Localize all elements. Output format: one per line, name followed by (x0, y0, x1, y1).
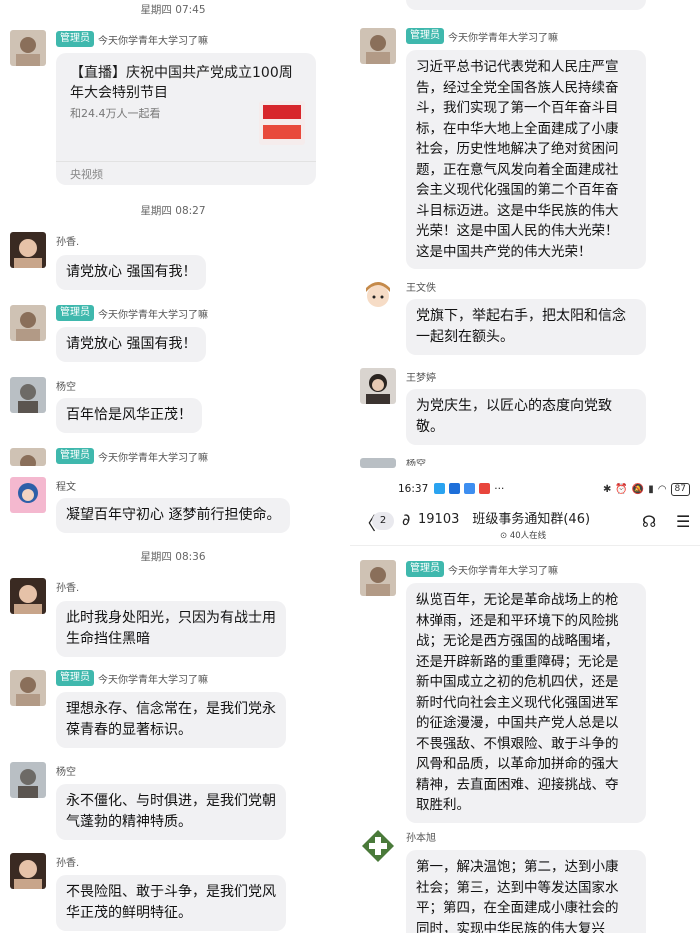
sender-name: 王梦婷 (406, 373, 436, 384)
app-icon (434, 483, 446, 494)
timestamp: 星期四 07:45 (140, 4, 206, 16)
sender-name: 杨空 (56, 767, 76, 778)
admin-badge: 管理员 (56, 31, 94, 47)
admin-avatar[interactable] (360, 560, 396, 596)
sender-name: 孙本旭 (406, 833, 436, 844)
sender-name: 王文佚 (406, 283, 436, 294)
sender-name: 孙香. (56, 858, 80, 869)
sender-row: 管理员 今天你学青年大学习了嘛 (406, 28, 558, 44)
sender-row: 管理员 今天你学青年大学习了嘛 (56, 305, 208, 321)
battery-icon: 87 (670, 482, 690, 496)
live-card-title: 【直播】庆祝中国共产党成立100周 年大会特别节目 (70, 65, 293, 101)
message-bubble[interactable]: 凝望百年守初心 逐梦前行担使命。 (56, 498, 291, 533)
message-bubble[interactable]: 不畏险阻、敢于斗争，是我们党风 华正茂的鲜明特征。 (56, 875, 286, 931)
message-bubble[interactable]: 为党庆生，以匠心的态度向党致 敬。 (406, 389, 646, 445)
sender-row: 管理员 今天你学青年大学习了嘛 (56, 448, 208, 464)
sender-name: 杨空 (56, 382, 76, 393)
menu-icon[interactable]: ☰ (676, 512, 690, 531)
status-time: 16:37 (398, 483, 429, 495)
admin-badge: 管理员 (406, 561, 444, 577)
admin-avatar[interactable] (10, 448, 46, 466)
message-bubble[interactable]: 请党放心 强国有我！ (56, 255, 207, 290)
user-avatar[interactable] (10, 377, 46, 413)
app-icon (449, 483, 461, 494)
group-title: 19103 班级事务通知群(46) (418, 512, 591, 527)
message-bubble[interactable]: 百年恰是风华正茂！ (56, 398, 202, 433)
live-card-thumbnail (259, 101, 305, 145)
user-avatar[interactable] (10, 578, 46, 614)
sender-name: 今天你学青年大学习了嘛 (98, 35, 208, 47)
message-bubble[interactable]: 第一，解决温饱；第二，达到小康 社会；第三，达到中等发达国家水 平；第四，在全面… (406, 850, 646, 933)
divider (0, 467, 346, 475)
user-avatar[interactable] (10, 762, 46, 798)
user-avatar[interactable] (360, 828, 396, 864)
more-icon: ··· (494, 483, 505, 495)
admin-badge: 管理员 (56, 670, 94, 686)
unread-count[interactable]: 2 (372, 512, 394, 530)
timestamp: 星期四 08:27 (140, 205, 206, 217)
message-bubble[interactable]: 党旗下，举起右手，把太阳和信念 一起刻在额头。 (406, 299, 646, 355)
live-share-card[interactable]: 【直播】庆祝中国共产党成立100周 年大会特别节目 和24.4万人一起看 央视频 (56, 53, 316, 185)
admin-badge: 管理员 (56, 305, 94, 321)
system-icons: ✱ ⏰ 🔕 ▮ ◠ 87 (603, 482, 690, 496)
admin-badge: 管理员 (56, 448, 94, 464)
sender-name: 今天你学青年大学习了嘛 (448, 32, 558, 44)
video-call-icon[interactable]: ☊ (642, 512, 656, 531)
sender-name: 程文 (56, 482, 76, 493)
admin-avatar[interactable] (10, 30, 46, 66)
wifi-icon: ◠ (657, 483, 667, 495)
live-card-source: 央视频 (56, 161, 316, 185)
message-bubble[interactable]: 请党放心 强国有我！ (56, 327, 207, 362)
user-avatar[interactable] (10, 853, 46, 889)
message-bubble[interactable]: 纵览百年，无论是革命战场上的枪 林弹雨，还是和平环境下的风险挑 战；无论是西方强… (406, 583, 646, 823)
sender-name: 杨空 (406, 459, 426, 466)
chat-header: 〈 2 ∂ 19103 班级事务通知群(46) ⊙ 40人在线 ☊ ☰ (350, 504, 700, 546)
admin-badge: 管理员 (406, 28, 444, 44)
bluetooth-icon: ✱ (603, 483, 612, 495)
live-card-viewers: 和24.4万人一起看 (70, 107, 161, 120)
chat-panel-right: 管理员 今天你学青年大学习了嘛 习近平总书记代表党和人民庄严宣 告，经过全党全国… (350, 0, 700, 933)
earpiece-icon[interactable]: ∂ (402, 510, 410, 529)
admin-avatar[interactable] (360, 28, 396, 64)
user-avatar[interactable] (10, 232, 46, 268)
admin-avatar[interactable] (10, 670, 46, 706)
message-bubble[interactable]: 永不僵化、与时俱进，是我们党朝 气蓬勃的精神特质。 (56, 784, 286, 840)
admin-avatar[interactable] (10, 305, 46, 341)
message-bubble[interactable]: 此时我身处阳光，只因为有战士用 生命挡住黑暗 (56, 601, 286, 657)
chat-panel-left: 星期四 07:45 管理员 今天你学青年大学习了嘛 【直播】庆祝中国共产党成立1… (0, 0, 346, 933)
sender-name: 孙香. (56, 237, 80, 248)
message-bubble[interactable]: 习近平总书记代表党和人民庄严宣 告，经过全党全国各族人民持续奋 斗，我们实现了第… (406, 50, 646, 269)
message-bubble-cut[interactable] (406, 0, 646, 10)
mute-icon: 🔕 (631, 483, 645, 495)
sender-name: 今天你学青年大学习了嘛 (98, 674, 208, 686)
status-bar: 16:37 ··· ✱ ⏰ 🔕 ▮ ◠ 87 (350, 474, 700, 504)
sender-row: 管理员 今天你学青年大学习了嘛 (56, 31, 208, 47)
message-bubble[interactable]: 理想永存、信念常在，是我们党永 葆青春的显著标识。 (56, 692, 286, 748)
sender-row: 管理员 今天你学青年大学习了嘛 (56, 670, 208, 686)
user-avatar[interactable] (360, 368, 396, 404)
sender-name: 今天你学青年大学习了嘛 (98, 309, 208, 321)
sender-name: 今天你学青年大学习了嘛 (98, 452, 208, 464)
app-icon (479, 483, 491, 494)
user-avatar[interactable] (10, 477, 46, 513)
sender-name: 今天你学青年大学习了嘛 (448, 565, 558, 577)
user-avatar[interactable] (360, 458, 396, 468)
online-count[interactable]: ⊙ 40人在线 (500, 529, 546, 541)
app-icon (464, 483, 476, 494)
alarm-icon: ⏰ (615, 483, 628, 495)
timestamp: 星期四 08:36 (140, 551, 206, 563)
notification-icons: ··· (434, 483, 504, 495)
sender-name: 孙香. (56, 583, 80, 594)
signal-icon: ▮ (648, 483, 654, 495)
sender-row: 管理员 今天你学青年大学习了嘛 (406, 561, 558, 577)
user-avatar[interactable] (360, 278, 396, 314)
